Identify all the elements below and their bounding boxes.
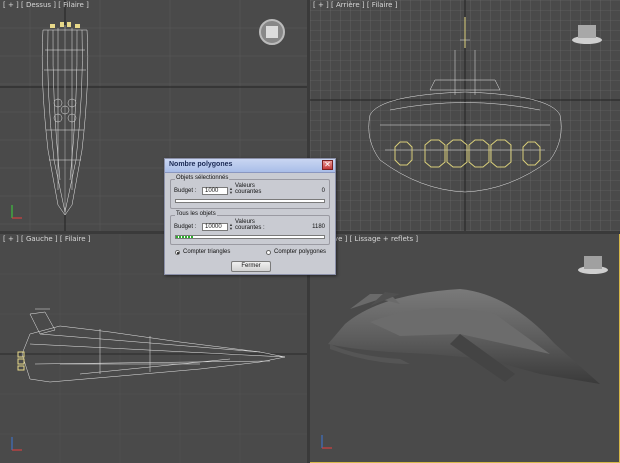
close-button[interactable]: Fermer bbox=[231, 261, 271, 272]
dialog-title: Nombre polygones bbox=[169, 161, 233, 168]
viewport-perspective-canvas bbox=[321, 256, 608, 449]
selected-budget-input[interactable]: 1000 bbox=[202, 187, 228, 195]
viewport-back-label[interactable]: [ + ] [ Arrière ] [ Filaire ] bbox=[313, 1, 397, 9]
all-progress-bar bbox=[175, 235, 325, 239]
all-budget-spinner[interactable]: ▲ ▼ bbox=[229, 223, 233, 231]
viewport-left-label[interactable]: [ + ] [ Gauche ] [ Filaire ] bbox=[3, 235, 90, 243]
polygon-count-dialog: Nombre polygones ✕ Objets sélectionnés B… bbox=[164, 158, 336, 275]
selected-objects-group: Objets sélectionnés Budget : 1000 ▲ ▼ Val… bbox=[170, 175, 330, 209]
viewport-top-label[interactable]: [ + ] [ Dessus ] [ Filaire ] bbox=[3, 1, 89, 9]
selected-current-value: 0 bbox=[321, 188, 325, 194]
viewport-perspective[interactable]: spective ] [ Lissage + reflets ] bbox=[310, 234, 620, 463]
all-current-value: 1180 bbox=[312, 224, 325, 230]
all-objects-group: Tous les objets Budget : 10000 ▲ ▼ Valeur… bbox=[170, 211, 330, 245]
all-current-label: Valeurs courantes : bbox=[235, 219, 265, 231]
count-triangles-label[interactable]: Compter triangles bbox=[183, 249, 230, 255]
selected-budget-label: Budget : bbox=[174, 188, 197, 194]
selected-objects-title: Objets sélectionnés bbox=[175, 175, 230, 181]
viewport-back-canvas bbox=[310, 0, 620, 231]
dialog-titlebar[interactable]: Nombre polygones ✕ bbox=[165, 159, 335, 173]
all-budget-input[interactable]: 10000 bbox=[202, 223, 228, 231]
viewport-back[interactable]: [ + ] [ Arrière ] [ Filaire ] bbox=[310, 0, 620, 231]
all-budget-label: Budget : bbox=[174, 224, 197, 230]
count-triangles-radio[interactable] bbox=[175, 250, 180, 255]
selected-current-label: Valeurs courantes bbox=[235, 183, 262, 195]
selected-budget-spinner[interactable]: ▲ ▼ bbox=[229, 187, 233, 195]
close-icon[interactable]: ✕ bbox=[322, 160, 333, 170]
count-polygons-label[interactable]: Compter polygones bbox=[274, 249, 326, 255]
selected-progress-bar bbox=[175, 199, 325, 203]
all-objects-title: Tous les objets bbox=[175, 211, 217, 217]
count-polygons-radio[interactable] bbox=[266, 250, 271, 255]
